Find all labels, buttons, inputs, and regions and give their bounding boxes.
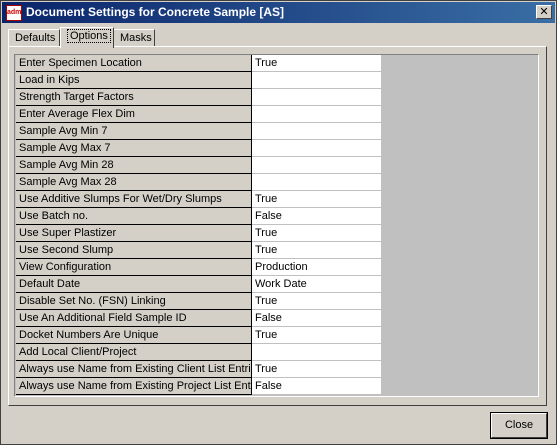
- setting-label: Use Additive Slumps For Wet/Dry Slumps: [16, 191, 252, 208]
- settings-grid: Enter Specimen Location True Load in Kips S…: [16, 55, 382, 395]
- tab-masks-label: Masks: [120, 32, 152, 44]
- setting-label: Sample Avg Min 28: [16, 157, 252, 174]
- settings-row: Default Date Work Date: [16, 276, 382, 293]
- title-bar: adm Document Settings for Concrete Sampl…: [2, 2, 555, 23]
- setting-label: Add Local Client/Project: [16, 344, 252, 361]
- settings-row: Use An Additional Field Sample ID False: [16, 310, 382, 327]
- settings-row: Add Local Client/Project: [16, 344, 382, 361]
- setting-label: Always use Name from Existing Client Lis…: [16, 361, 252, 378]
- setting-value[interactable]: False: [252, 310, 382, 327]
- setting-label: Sample Avg Min 7: [16, 123, 252, 140]
- setting-value[interactable]: [252, 89, 382, 106]
- setting-value[interactable]: Work Date: [252, 276, 382, 293]
- setting-label: Load in Kips: [16, 72, 252, 89]
- settings-row: View Configuration Production: [16, 259, 382, 276]
- setting-label: Strength Target Factors: [16, 89, 252, 106]
- settings-row: Use Batch no. False: [16, 208, 382, 225]
- settings-row: Load in Kips: [16, 72, 382, 89]
- setting-value[interactable]: False: [252, 378, 382, 395]
- setting-value[interactable]: [252, 123, 382, 140]
- setting-value[interactable]: [252, 140, 382, 157]
- settings-row: Enter Average Flex Dim: [16, 106, 382, 123]
- tab-options-label: Options: [67, 29, 111, 43]
- setting-label: Use Batch no.: [16, 208, 252, 225]
- tab-options[interactable]: Options: [60, 27, 114, 48]
- setting-label: Docket Numbers Are Unique: [16, 327, 252, 344]
- setting-label: Use Super Plastizer: [16, 225, 252, 242]
- setting-value[interactable]: [252, 157, 382, 174]
- tab-defaults-label: Defaults: [15, 32, 56, 44]
- settings-row: Always use Name from Existing Project Li…: [16, 378, 382, 395]
- settings-row: Disable Set No. (FSN) Linking True: [16, 293, 382, 310]
- setting-value[interactable]: True: [252, 361, 382, 378]
- setting-label: Enter Specimen Location: [16, 55, 252, 72]
- settings-row: Use Second Slump True: [16, 242, 382, 259]
- setting-label: Always use Name from Existing Project Li…: [16, 378, 252, 395]
- close-button[interactable]: Close: [491, 413, 547, 438]
- setting-value[interactable]: [252, 72, 382, 89]
- setting-label: Sample Avg Max 7: [16, 140, 252, 157]
- settings-row: Sample Avg Max 28: [16, 174, 382, 191]
- setting-label: Default Date: [16, 276, 252, 293]
- setting-value[interactable]: True: [252, 293, 382, 310]
- setting-label: Use Second Slump: [16, 242, 252, 259]
- setting-label: Enter Average Flex Dim: [16, 106, 252, 123]
- settings-row: Strength Target Factors: [16, 89, 382, 106]
- setting-value[interactable]: True: [252, 225, 382, 242]
- setting-value[interactable]: False: [252, 208, 382, 225]
- window-title: Document Settings for Concrete Sample [A…: [26, 5, 285, 19]
- app-icon: adm: [6, 5, 22, 21]
- tab-defaults[interactable]: Defaults: [8, 29, 60, 46]
- tab-masks[interactable]: Masks: [113, 29, 155, 46]
- setting-value[interactable]: Production: [252, 259, 382, 276]
- settings-row: Docket Numbers Are Unique True: [16, 327, 382, 344]
- settings-row: Use Super Plastizer True: [16, 225, 382, 242]
- settings-row: Sample Avg Min 7: [16, 123, 382, 140]
- setting-label: Sample Avg Max 28: [16, 174, 252, 191]
- settings-row: Enter Specimen Location True: [16, 55, 382, 72]
- setting-value[interactable]: [252, 174, 382, 191]
- settings-row: Sample Avg Max 7: [16, 140, 382, 157]
- setting-label: Use An Additional Field Sample ID: [16, 310, 252, 327]
- close-icon[interactable]: ✕: [536, 5, 552, 19]
- settings-row: Always use Name from Existing Client Lis…: [16, 361, 382, 378]
- setting-value[interactable]: True: [252, 242, 382, 259]
- setting-value[interactable]: [252, 106, 382, 123]
- setting-label: View Configuration: [16, 259, 252, 276]
- setting-label: Disable Set No. (FSN) Linking: [16, 293, 252, 310]
- settings-row: Sample Avg Min 28: [16, 157, 382, 174]
- setting-value[interactable]: True: [252, 327, 382, 344]
- settings-row: Use Additive Slumps For Wet/Dry Slumps Tr…: [16, 191, 382, 208]
- setting-value[interactable]: True: [252, 55, 382, 72]
- setting-value[interactable]: [252, 344, 382, 361]
- setting-value[interactable]: True: [252, 191, 382, 208]
